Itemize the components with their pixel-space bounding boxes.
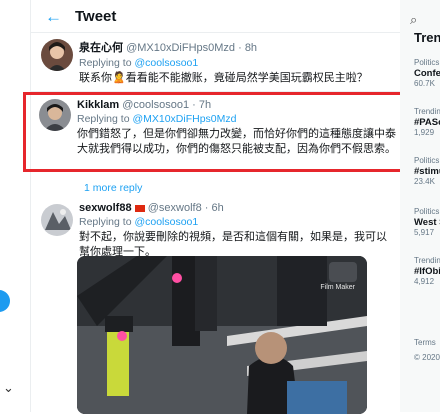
- trend-count: 4,912: [414, 277, 435, 286]
- page-title: Tweet: [75, 8, 117, 25]
- trend-count: 5,917: [414, 228, 435, 237]
- trend-title: West S: [414, 217, 440, 228]
- trend-category: Trendin: [414, 107, 440, 116]
- thread-header: ← Tweet: [31, 0, 401, 33]
- reply-tweet[interactable]: sexwolf88 @sexwolf8 · 6h Replying to @co…: [31, 196, 401, 414]
- trend-count: 1,929: [414, 128, 435, 137]
- compose-tweet-button[interactable]: [0, 290, 10, 312]
- author-handle[interactable]: @MX10xDiFHps0Mzd: [126, 42, 235, 54]
- author-name[interactable]: 泉在心何: [79, 42, 123, 54]
- author-name[interactable]: Kikklam: [77, 99, 119, 111]
- footer-links: Terms © 2020: [414, 338, 440, 362]
- trend-category: Politics: [414, 58, 440, 67]
- tweet-content: sexwolf88 @sexwolf8 · 6h Replying to @co…: [79, 202, 395, 260]
- trend-title: #stimu: [414, 166, 440, 177]
- trends-heading: Tren: [414, 30, 440, 45]
- tweet-content: 泉在心何 @MX10xDiFHps0Mzd · 8h Replying to @…: [79, 39, 395, 86]
- author-name[interactable]: sexwolf88: [79, 202, 132, 214]
- reply-tweet[interactable]: 泉在心何 @MX10xDiFHps0Mzd · 8h Replying to @…: [31, 33, 401, 92]
- search-icon[interactable]: ⌕: [410, 12, 417, 28]
- trend-count: 60.7K: [414, 79, 435, 88]
- trend-category: Trendin: [414, 256, 440, 265]
- author-line: 泉在心何 @MX10xDiFHps0Mzd · 8h: [79, 39, 395, 55]
- highlighted-reply-tweet[interactable]: Kikklam @coolsosoo1 · 7h Replying to @MX…: [23, 92, 407, 172]
- tweet-time[interactable]: · 6h: [205, 202, 224, 214]
- trend-count: 23.4K: [414, 177, 435, 186]
- back-arrow-icon[interactable]: ←: [45, 7, 62, 27]
- tweet-content: Kikklam @coolsosoo1 · 7h Replying to @MX…: [77, 99, 396, 157]
- replying-to-link[interactable]: @MX10xDiFHps0Mzd: [132, 113, 236, 125]
- trend-item[interactable]: Politics West S 5,917: [414, 207, 440, 237]
- trend-title: #PASc: [414, 117, 440, 128]
- trend-item[interactable]: Trendin #IfObi 4,912: [414, 256, 440, 286]
- media-watermark: Film Maker: [320, 284, 355, 291]
- trend-category: Politics: [414, 207, 440, 216]
- left-nav: ⌄: [0, 0, 30, 412]
- right-sidebar: ⌕ Tren Politics Confe 60.7K Trendin #PAS…: [400, 0, 440, 412]
- replying-to: Replying to @coolsosoo1: [79, 216, 395, 228]
- tweet-text: 你們錯怒了，但是你們卻無力改變，而恰好你們的這種態度讓中泰大就我們得以成功，你們…: [77, 128, 396, 155]
- avatar-image: [41, 204, 73, 236]
- more-replies-link[interactable]: 1 more reply: [84, 182, 142, 194]
- avatar-image: [39, 99, 71, 131]
- trend-category: Politics: [414, 156, 440, 165]
- terms-link[interactable]: Terms: [414, 338, 440, 347]
- tweet-media-image[interactable]: Film Maker: [77, 256, 367, 414]
- replying-to: Replying to @coolsosoo1: [79, 57, 395, 69]
- flag-icon: [134, 204, 145, 212]
- tweet-time[interactable]: · 8h: [238, 42, 257, 54]
- trend-title: #IfObi: [414, 266, 440, 277]
- author-handle[interactable]: @sexwolf8: [148, 202, 202, 214]
- trend-item[interactable]: Politics #stimu 23.4K: [414, 156, 440, 186]
- author-line: Kikklam @coolsosoo1 · 7h: [77, 99, 396, 111]
- replying-label: Replying to: [77, 113, 130, 125]
- street-scene-image: [77, 256, 367, 414]
- replying-to-link[interactable]: @coolsosoo1: [134, 57, 198, 69]
- replying-label: Replying to: [79, 57, 132, 69]
- author-line: sexwolf88 @sexwolf8 · 6h: [79, 202, 395, 214]
- avatar[interactable]: [41, 204, 73, 236]
- chevron-down-icon[interactable]: ⌄: [3, 380, 14, 396]
- replying-to-link[interactable]: @coolsosoo1: [134, 216, 198, 228]
- tweet-time[interactable]: · 7h: [192, 99, 211, 111]
- avatar[interactable]: [41, 39, 73, 71]
- trend-item[interactable]: Politics Confe 60.7K: [414, 58, 440, 88]
- replying-label: Replying to: [79, 216, 132, 228]
- tweet-text: 联系你🙎看看能不能撤账，竟碰局然学美国玩霸权民主啦？: [79, 72, 368, 84]
- author-handle[interactable]: @coolsosoo1: [122, 99, 189, 111]
- replying-to: Replying to @MX10xDiFHps0Mzd: [77, 113, 396, 125]
- avatar-image: [41, 39, 73, 71]
- trend-title: Confe: [414, 68, 440, 79]
- tweet-thread: ← Tweet 泉在心何 @MX10xDiFHps0Mzd · 8h Reply…: [23, 0, 407, 414]
- copyright: © 2020: [414, 353, 440, 362]
- trend-item[interactable]: Trendin #PASc 1,929: [414, 107, 440, 137]
- avatar[interactable]: [39, 99, 71, 131]
